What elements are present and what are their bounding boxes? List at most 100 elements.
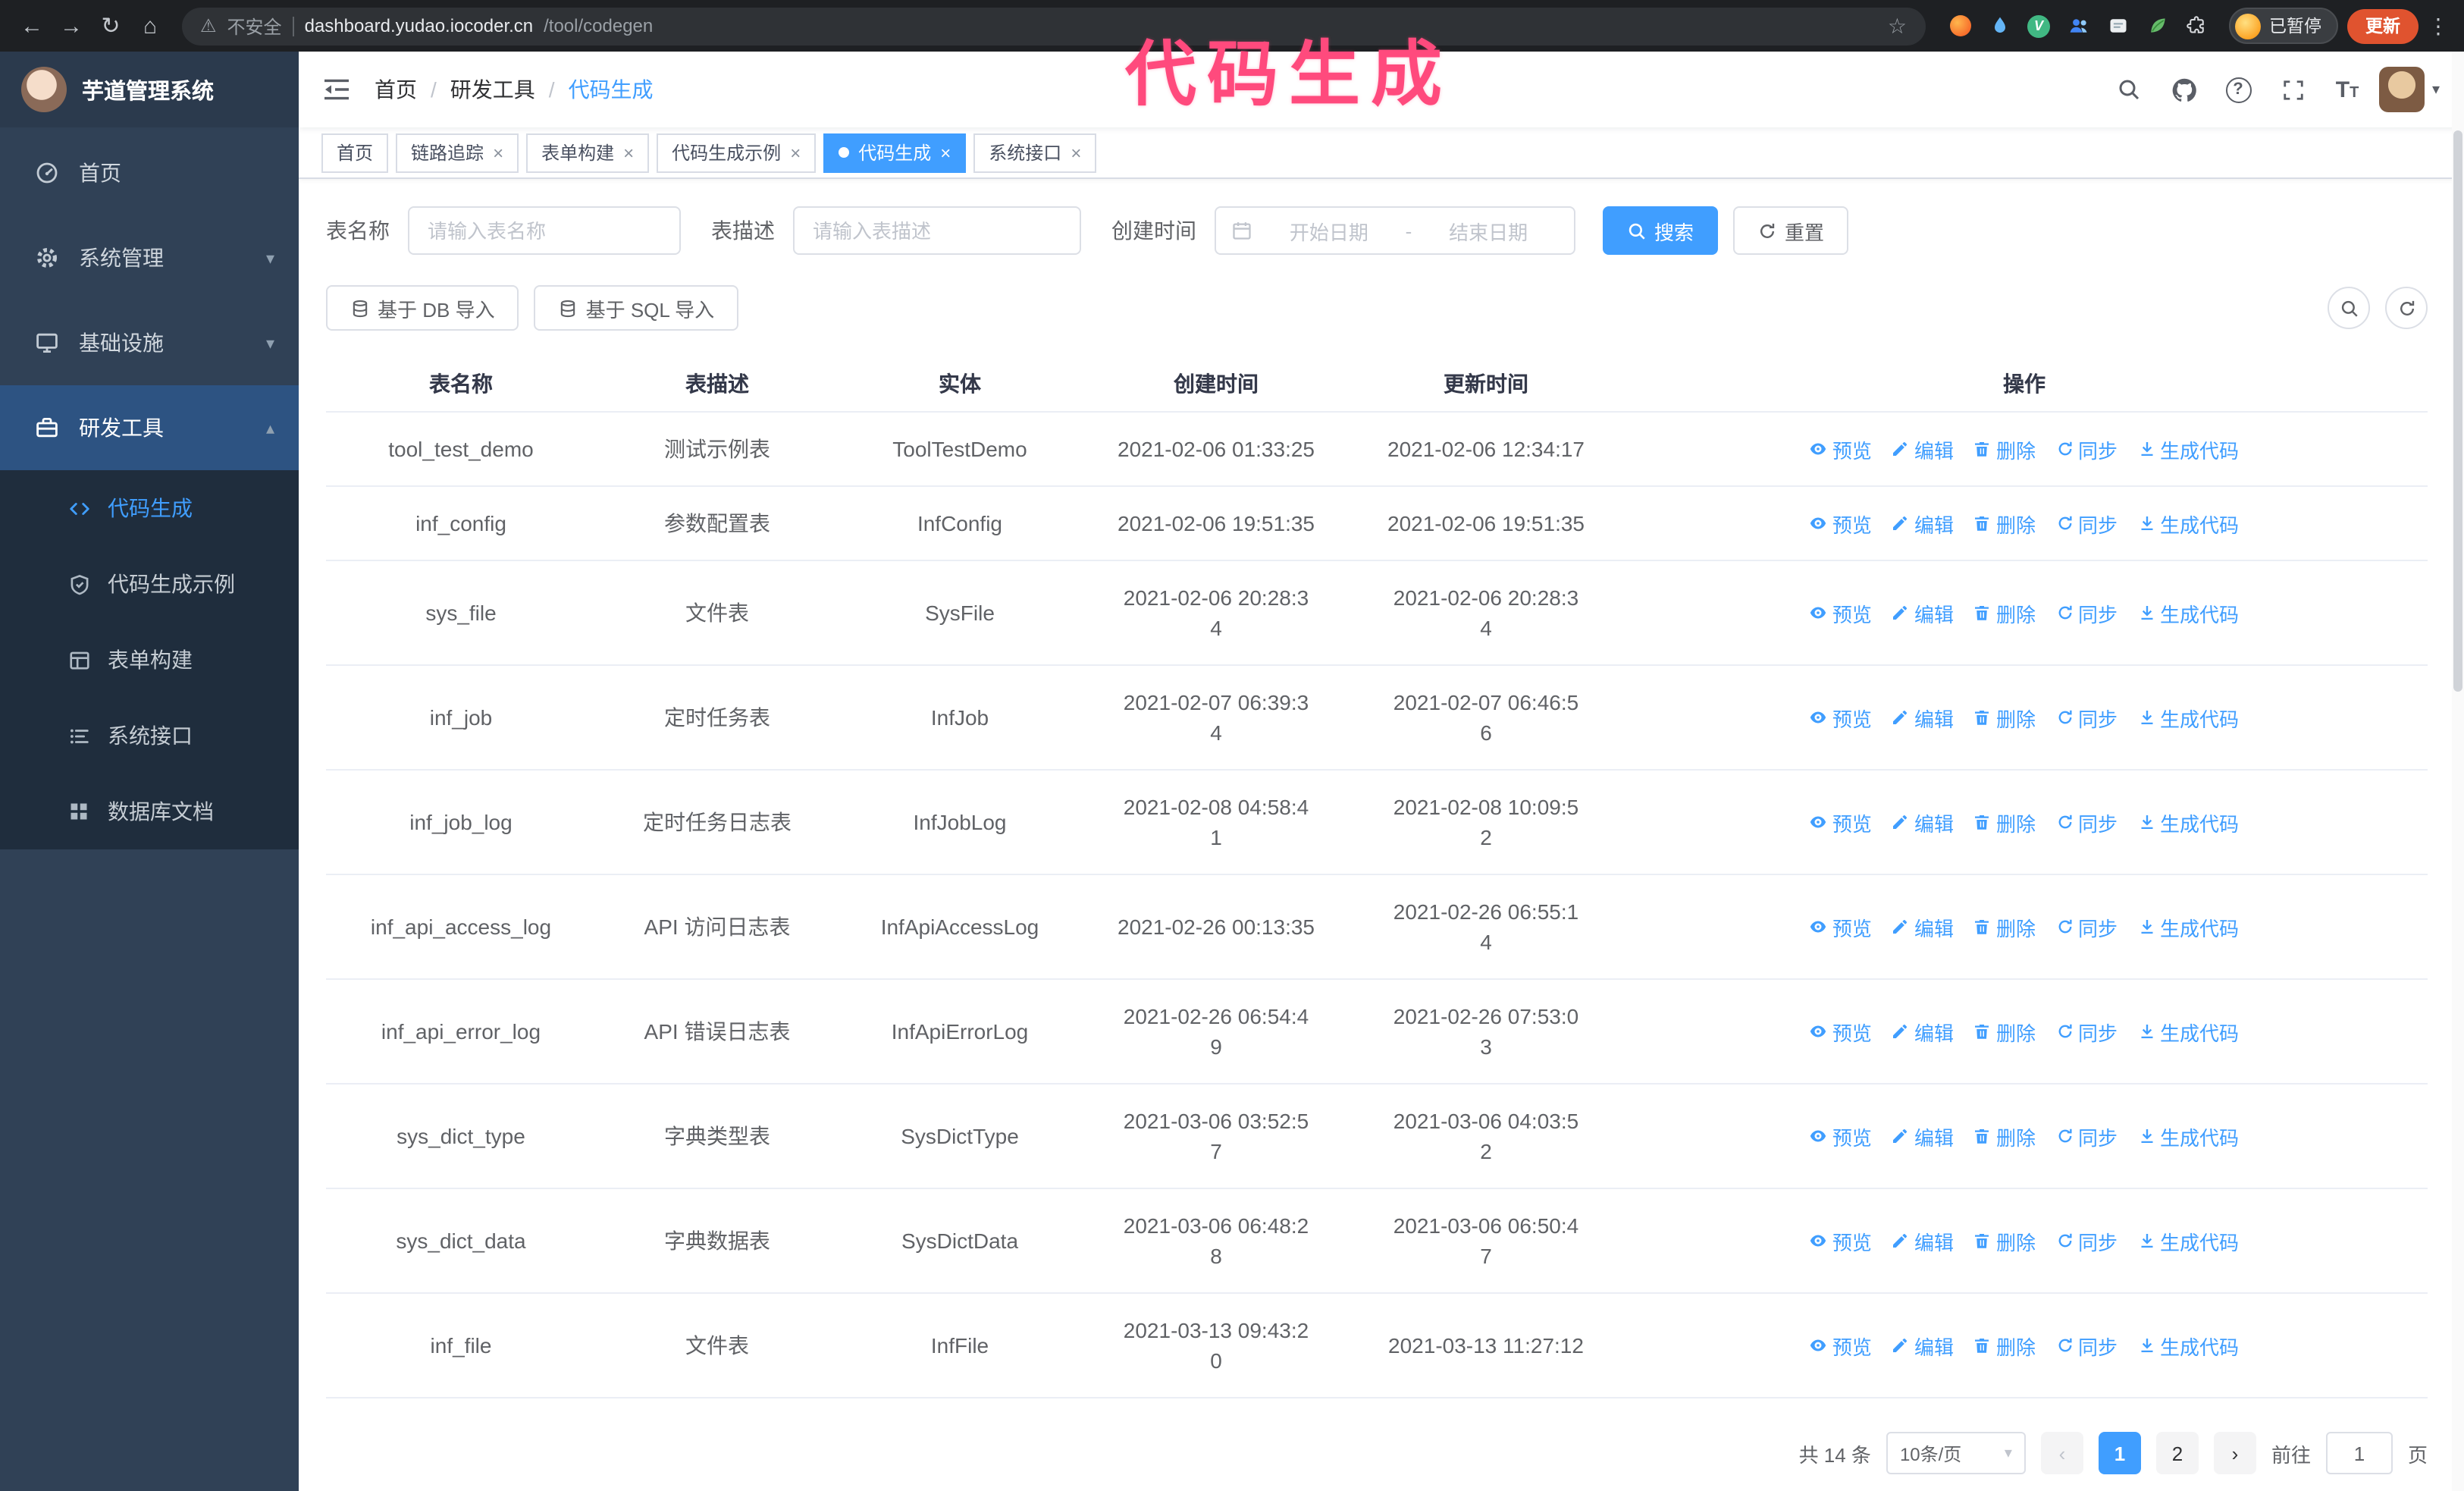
generate-action[interactable]: 生成代码 [2137, 598, 2239, 627]
delete-action[interactable]: 删除 [1973, 435, 2036, 463]
font-size-icon[interactable]: TT [2321, 52, 2373, 127]
github-icon[interactable] [2158, 52, 2209, 127]
edit-action[interactable]: 编辑 [1892, 1017, 1954, 1046]
goto-page-input[interactable] [2325, 1432, 2393, 1474]
edit-action[interactable]: 编辑 [1892, 435, 1954, 463]
edit-action[interactable]: 编辑 [1892, 509, 1954, 538]
generate-action[interactable]: 生成代码 [2137, 1331, 2239, 1360]
generate-action[interactable]: 生成代码 [2137, 703, 2239, 732]
refresh-table-icon[interactable] [2385, 287, 2428, 329]
delete-action[interactable]: 删除 [1973, 1122, 2036, 1150]
generate-action[interactable]: 生成代码 [2137, 912, 2239, 941]
page-button-1[interactable]: 1 [2098, 1432, 2141, 1474]
edit-action[interactable]: 编辑 [1892, 1331, 1954, 1360]
sidebar-item-system[interactable]: 系统管理 ▾ [0, 215, 299, 300]
sync-action[interactable]: 同步 [2055, 1226, 2118, 1255]
import-sql-button[interactable]: 基于 SQL 导入 [534, 285, 739, 331]
edit-action[interactable]: 编辑 [1892, 912, 1954, 941]
scrollbar-thumb[interactable] [2453, 130, 2462, 692]
preview-action[interactable]: 预览 [1810, 435, 1872, 463]
browser-back-icon[interactable]: ← [12, 5, 52, 47]
page-button-2[interactable]: 2 [2155, 1432, 2199, 1474]
generate-action[interactable]: 生成代码 [2137, 1017, 2239, 1046]
preview-action[interactable]: 预览 [1810, 912, 1872, 941]
user-avatar[interactable]: ▾ [2376, 52, 2443, 127]
table-desc-input[interactable] [793, 206, 1081, 255]
extension-vue-icon[interactable]: V [2025, 12, 2052, 39]
next-page-button[interactable]: › [2213, 1432, 2256, 1474]
sync-action[interactable]: 同步 [2055, 1122, 2118, 1150]
edit-action[interactable]: 编辑 [1892, 808, 1954, 837]
sidebar-item-infra[interactable]: 基础设施 ▾ [0, 300, 299, 385]
sidebar-item-devtools[interactable]: 研发工具 ▴ [0, 385, 299, 470]
breadcrumb-devtools[interactable]: 研发工具 [450, 74, 535, 105]
edit-action[interactable]: 编辑 [1892, 1122, 1954, 1150]
edit-action[interactable]: 编辑 [1892, 598, 1954, 627]
sync-action[interactable]: 同步 [2055, 509, 2118, 538]
sidebar-item-form-builder[interactable]: 表单构建 [0, 622, 299, 698]
toggle-search-icon[interactable] [2328, 287, 2370, 329]
close-icon[interactable]: × [790, 143, 801, 162]
tab-codegen-example[interactable]: 代码生成示例 × [657, 133, 817, 172]
tab-system-api[interactable]: 系统接口 × [973, 133, 1097, 172]
tab-codegen[interactable]: 代码生成 × [823, 133, 967, 172]
browser-profile-chip[interactable]: 已暂停 [2228, 8, 2338, 44]
sync-action[interactable]: 同步 [2055, 1017, 2118, 1046]
sync-action[interactable]: 同步 [2055, 808, 2118, 837]
fullscreen-icon[interactable] [2267, 52, 2318, 127]
delete-action[interactable]: 删除 [1973, 808, 2036, 837]
extension-card-icon[interactable] [2104, 12, 2131, 39]
delete-action[interactable]: 删除 [1973, 509, 2036, 538]
close-icon[interactable]: × [623, 143, 634, 162]
close-icon[interactable]: × [1071, 143, 1081, 162]
reset-button[interactable]: 重置 [1733, 206, 1849, 255]
sidebar-item-system-api[interactable]: 系统接口 [0, 698, 299, 774]
tab-form-builder[interactable]: 表单构建 × [526, 133, 650, 172]
end-date-placeholder[interactable]: 结束日期 [1418, 216, 1559, 245]
sidebar-item-codegen-example[interactable]: 代码生成示例 [0, 546, 299, 622]
extension-drop-icon[interactable] [1986, 12, 2013, 39]
app-logo[interactable]: 芋道管理系统 [0, 52, 299, 127]
delete-action[interactable]: 删除 [1973, 912, 2036, 941]
delete-action[interactable]: 删除 [1973, 598, 2036, 627]
delete-action[interactable]: 删除 [1973, 703, 2036, 732]
browser-home-icon[interactable]: ⌂ [130, 5, 170, 47]
browser-update-button[interactable]: 更新 [2347, 8, 2419, 43]
generate-action[interactable]: 生成代码 [2137, 808, 2239, 837]
browser-menu-icon[interactable]: ⋮ [2425, 13, 2452, 39]
extension-leaf-icon[interactable] [2143, 12, 2171, 39]
preview-action[interactable]: 预览 [1810, 1122, 1872, 1150]
preview-action[interactable]: 预览 [1810, 1017, 1872, 1046]
page-scrollbar[interactable] [2452, 52, 2464, 1491]
tab-home[interactable]: 首页 [321, 133, 389, 172]
sync-action[interactable]: 同步 [2055, 703, 2118, 732]
browser-reload-icon[interactable]: ↻ [91, 5, 130, 47]
prev-page-button[interactable]: ‹ [2040, 1432, 2083, 1474]
breadcrumb-home[interactable]: 首页 [375, 74, 417, 105]
preview-action[interactable]: 预览 [1810, 509, 1872, 538]
page-size-select[interactable]: 10条/页 ▾ [1886, 1432, 2026, 1474]
preview-action[interactable]: 预览 [1810, 808, 1872, 837]
import-db-button[interactable]: 基于 DB 导入 [326, 285, 519, 331]
search-button[interactable]: 搜索 [1603, 206, 1719, 255]
extensions-puzzle-icon[interactable] [2183, 12, 2210, 39]
search-icon[interactable] [2103, 52, 2155, 127]
preview-action[interactable]: 预览 [1810, 598, 1872, 627]
preview-action[interactable]: 预览 [1810, 1226, 1872, 1255]
sidebar-item-codegen[interactable]: 代码生成 [0, 470, 299, 546]
help-icon[interactable]: ? [2212, 52, 2264, 127]
generate-action[interactable]: 生成代码 [2137, 1122, 2239, 1150]
generate-action[interactable]: 生成代码 [2137, 435, 2239, 463]
start-date-placeholder[interactable]: 开始日期 [1259, 216, 1400, 245]
sidebar-item-home[interactable]: 首页 [0, 130, 299, 215]
browser-forward-icon[interactable]: → [52, 5, 91, 47]
generate-action[interactable]: 生成代码 [2137, 1226, 2239, 1255]
table-name-input[interactable] [408, 206, 681, 255]
close-icon[interactable]: × [493, 143, 503, 162]
delete-action[interactable]: 删除 [1973, 1017, 2036, 1046]
preview-action[interactable]: 预览 [1810, 1331, 1872, 1360]
delete-action[interactable]: 删除 [1973, 1226, 2036, 1255]
preview-action[interactable]: 预览 [1810, 703, 1872, 732]
edit-action[interactable]: 编辑 [1892, 1226, 1954, 1255]
sidebar-fold-icon[interactable] [323, 79, 350, 100]
